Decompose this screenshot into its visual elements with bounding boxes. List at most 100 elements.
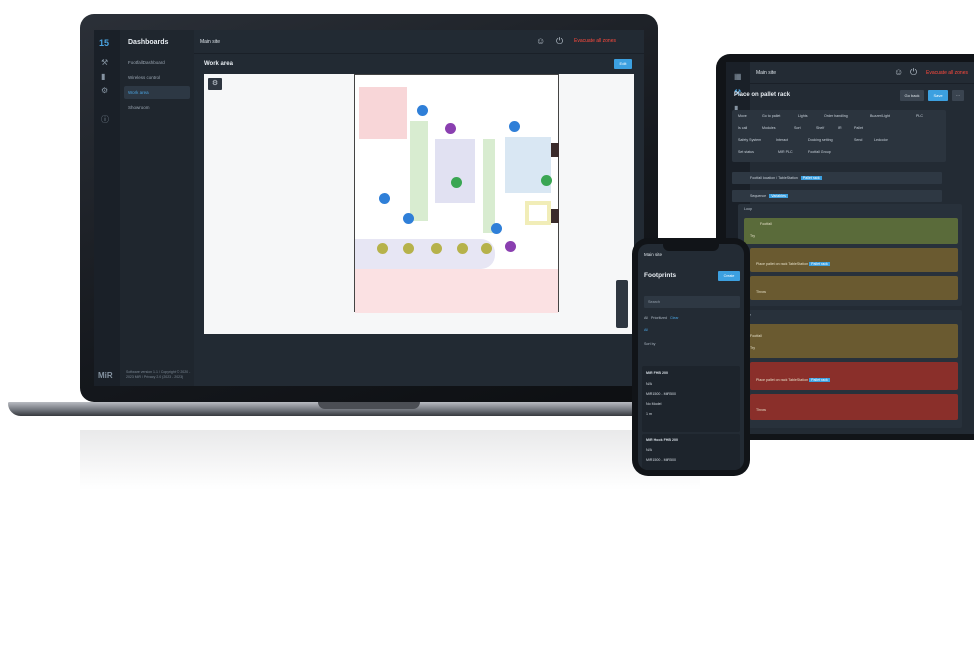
evacuate-button[interactable]: Evacuate all zones — [574, 38, 616, 44]
device-icon[interactable] — [403, 243, 414, 254]
chip[interactable]: IR — [838, 126, 842, 130]
tablet-top-bar: Main site ☺ ⏻ Evacuate all zones — [750, 62, 974, 84]
chip[interactable]: Move — [738, 114, 747, 118]
user-icon[interactable]: ☺ — [536, 36, 545, 46]
list-item[interactable]: MiR Hook FHB 200 N/A MiR1500 - MiR500 — [642, 434, 740, 470]
throw-card[interactable]: Throw — [750, 394, 958, 420]
device-icon[interactable] — [541, 175, 552, 186]
laptop-notch — [318, 402, 420, 409]
sidebar: Dashboards FootfallDashboard Wireless co… — [120, 30, 194, 386]
sidebar-item-wireless[interactable]: Wireless control — [124, 71, 190, 84]
chip[interactable]: Ledcolor — [874, 138, 888, 142]
sort-select[interactable]: Sort by — [644, 342, 655, 346]
chip[interactable]: Safety System — [738, 138, 761, 142]
site-name[interactable]: Main site — [756, 70, 776, 76]
list-item[interactable]: MiR FHB 200 N/A MiR1500 - MiR500 No Mode… — [642, 366, 740, 432]
map-toolbar[interactable] — [616, 280, 628, 328]
device-icon[interactable] — [445, 123, 456, 134]
go-back-button[interactable]: Go back — [900, 90, 924, 101]
device-icon[interactable] — [481, 243, 492, 254]
device-icon[interactable] — [509, 121, 520, 132]
chip[interactable]: Is call — [738, 126, 747, 130]
device-icon[interactable] — [505, 241, 516, 252]
reflection — [80, 430, 700, 490]
create-button[interactable]: Create — [718, 271, 740, 281]
footfall-card[interactable]: Footfall Try — [744, 324, 958, 358]
site-name[interactable]: Main site — [200, 39, 220, 45]
site-name[interactable]: Main site — [644, 252, 662, 257]
item-name: MiR FHB 200 — [646, 371, 668, 375]
floor-plan — [354, 74, 559, 313]
chip[interactable]: Go to pallet — [762, 114, 780, 118]
map-settings-icon[interactable]: ⚙ — [208, 78, 222, 90]
item-name: MiR Hook FHB 200 — [646, 438, 678, 442]
device-icon[interactable] — [403, 213, 414, 224]
device-icon[interactable] — [431, 243, 442, 254]
item-detail: N/A — [646, 382, 652, 386]
card-label: Footfall — [750, 334, 762, 338]
device-icon[interactable] — [491, 223, 502, 234]
footfall-card[interactable]: Footfall Try — [744, 218, 958, 244]
zone-green-2 — [483, 139, 495, 233]
loop-block: Loop Footfall Try Place pallet on rack T… — [738, 204, 962, 306]
chip[interactable]: PLC — [916, 114, 923, 118]
filter-row[interactable]: All Prioritized Clear — [644, 316, 679, 320]
gear-icon[interactable]: ⚙ — [101, 86, 108, 95]
chip[interactable]: Set status — [738, 150, 754, 154]
zone-yellow — [525, 201, 551, 225]
user-icon[interactable]: ☺ — [894, 67, 903, 77]
sidebar-item-work-area[interactable]: Work area — [124, 86, 190, 99]
chip[interactable]: Sort — [794, 126, 801, 130]
map-canvas[interactable]: ⚙ — [204, 74, 634, 334]
laptop-screen: 15 ⚒ ▮ ⚙ ⓘ MiR Dashboards FootfallDashbo… — [94, 30, 644, 386]
row-label: Sequence — [750, 194, 767, 198]
place-card[interactable]: Place pallet on rack TableStation Pallet… — [750, 248, 958, 272]
chip[interactable]: Pallet — [854, 126, 863, 130]
chip[interactable]: MIR PLC — [778, 150, 793, 154]
device-icon[interactable] — [379, 193, 390, 204]
edit-button[interactable]: Edit — [614, 59, 632, 69]
wrench-icon[interactable]: ⚒ — [101, 58, 108, 67]
chip[interactable]: Send — [854, 138, 862, 142]
chart-icon[interactable]: ▮ — [101, 72, 105, 81]
phone-notch — [663, 243, 719, 251]
card-label: Footfall — [760, 222, 772, 226]
device-icon[interactable] — [451, 177, 462, 188]
evacuate-button[interactable]: Evacuate all zones — [926, 70, 968, 76]
device-icon[interactable] — [457, 243, 468, 254]
more-button[interactable]: ⋯ — [952, 90, 964, 101]
door-marker — [551, 143, 559, 157]
save-button[interactable]: Save — [928, 90, 948, 101]
chip[interactable]: Shelf — [816, 126, 824, 130]
help-icon[interactable]: ⓘ — [101, 114, 109, 125]
row-badge: Variables — [769, 194, 788, 198]
chip[interactable]: Interact — [776, 138, 788, 142]
chip[interactable]: Order handling — [824, 114, 848, 118]
chip[interactable]: Buzzer/Light — [870, 114, 890, 118]
row-label: Footfall location / TableStation — [750, 176, 798, 180]
chip[interactable]: Modules — [762, 126, 776, 130]
tablet-screen: ▦ ⚒ ▮ ⚙ ⓘ Main site ☺ ⏻ Evacuate all zon… — [726, 62, 974, 434]
power-icon[interactable]: ⏻ — [556, 36, 563, 47]
search-input[interactable]: Search — [644, 296, 740, 308]
throw-card[interactable]: Throw — [750, 276, 958, 300]
mission-row[interactable]: Sequence Variables — [732, 190, 942, 202]
item-detail: 1 m — [646, 412, 652, 416]
app-logo: 15 — [99, 38, 110, 48]
sidebar-item-footfall[interactable]: FootfallDashboard — [124, 56, 190, 69]
place-card[interactable]: Place pallet on rack TableStation Pallet… — [750, 362, 958, 390]
power-icon[interactable]: ⏻ — [910, 67, 917, 78]
device-icon[interactable] — [377, 243, 388, 254]
card-label: Try — [750, 234, 756, 238]
active-filter[interactable]: All — [644, 328, 648, 332]
sidebar-item-showroom[interactable]: Showroom — [124, 101, 190, 114]
mission-row[interactable]: Footfall location / TableStation Pallet r… — [732, 172, 942, 184]
card-label: Throw — [756, 290, 766, 294]
chip[interactable]: Lights — [798, 114, 808, 118]
chip[interactable]: Docking setting — [808, 138, 833, 142]
mission-title: Place on pallet rack — [734, 92, 791, 98]
sidebar-title: Dashboards — [128, 39, 169, 46]
chip[interactable]: Footfall Group — [808, 150, 831, 154]
device-icon[interactable] — [417, 105, 428, 116]
grid-icon[interactable]: ▦ — [734, 72, 742, 81]
